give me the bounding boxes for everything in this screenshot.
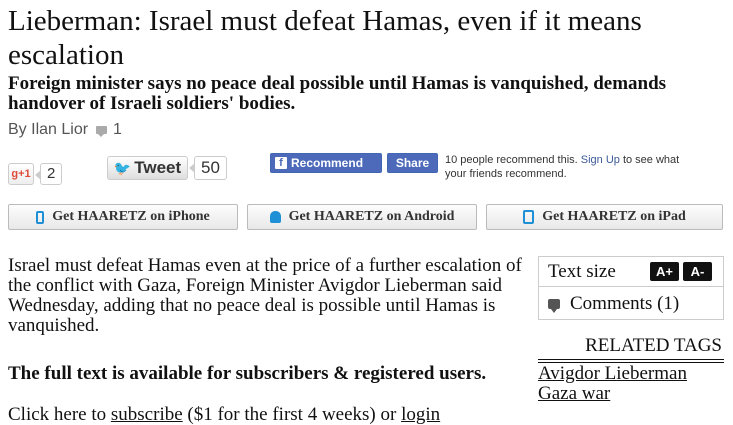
facebook-recommend-button[interactable]: f Recommend <box>270 153 382 173</box>
tablet-icon <box>523 210 535 224</box>
byline-comment-count[interactable]: 1 <box>113 121 122 139</box>
facebook-recommend-count-text: 10 people recommend this. <box>445 154 578 166</box>
related-tag-link[interactable]: Gaza war <box>538 384 724 404</box>
article-tools-box: Text size A+ A- Comments (1) <box>538 256 724 320</box>
google-plus-count: 2 <box>34 163 63 185</box>
get-app-android-label: Get HAARETZ on Android <box>288 209 455 224</box>
get-app-iphone-button[interactable]: Get HAARETZ on iPhone <box>8 204 238 230</box>
comment-bubble-icon <box>96 126 108 137</box>
paywall-cta-middle: ($1 for the first 4 weeks) or <box>187 404 397 425</box>
text-size-increase-button[interactable]: A+ <box>650 262 679 281</box>
facebook-logo-icon: f <box>275 157 287 169</box>
get-app-iphone-label: Get HAARETZ on iPhone <box>52 209 210 224</box>
byline: By Ilan Lior 1 <box>8 121 122 139</box>
get-app-ipad-label: Get HAARETZ on iPad <box>542 209 686 224</box>
get-app-ipad-button[interactable]: Get HAARETZ on iPad <box>486 204 723 230</box>
related-tags-title: RELATED TAGS <box>538 335 724 363</box>
google-plus-button[interactable]: g+1 <box>8 163 34 185</box>
phone-icon <box>36 210 45 224</box>
comments-label: Comments (1) <box>570 293 680 314</box>
article-subhead: Foreign minister says no peace deal poss… <box>8 73 667 114</box>
get-app-android-button[interactable]: Get HAARETZ on Android <box>247 204 477 230</box>
paywall-cta: Click here to subscribe ($1 for the firs… <box>8 405 440 425</box>
author-link[interactable]: By Ilan Lior <box>8 121 88 139</box>
login-link[interactable]: login <box>401 404 440 425</box>
subscribe-link[interactable]: subscribe <box>111 404 183 425</box>
facebook-share-button[interactable]: Share <box>387 153 438 173</box>
comments-link[interactable]: Comments (1) <box>539 288 723 320</box>
tweet-label: Tweet <box>134 158 182 177</box>
text-size-label: Text size <box>548 260 616 282</box>
speech-bubble-icon <box>548 299 560 313</box>
facebook-recommend-text: 10 people recommend this. Sign Up to see… <box>445 153 685 181</box>
article-lede: Israel must defeat Hamas even at the pri… <box>8 255 522 336</box>
article-headline: Lieberman: Israel must defeat Hamas, eve… <box>8 5 642 71</box>
paywall-title: The full text is available for subscribe… <box>8 363 487 384</box>
paywall-cta-prefix: Click here to <box>8 404 107 425</box>
facebook-recommend-label: Recommend <box>291 156 364 170</box>
related-tags-list: Avigdor Lieberman Gaza war <box>538 364 724 404</box>
facebook-signup-link[interactable]: Sign Up <box>581 154 620 166</box>
tweet-count: 50 <box>189 156 227 180</box>
android-icon <box>269 211 281 223</box>
tweet-button[interactable]: 🐦 Tweet <box>107 156 188 180</box>
related-tag-link[interactable]: Avigdor Lieberman <box>538 364 724 384</box>
twitter-bird-icon: 🐦 <box>113 159 132 176</box>
text-size-decrease-button[interactable]: A- <box>683 262 712 281</box>
text-size-row: Text size A+ A- <box>539 257 723 287</box>
